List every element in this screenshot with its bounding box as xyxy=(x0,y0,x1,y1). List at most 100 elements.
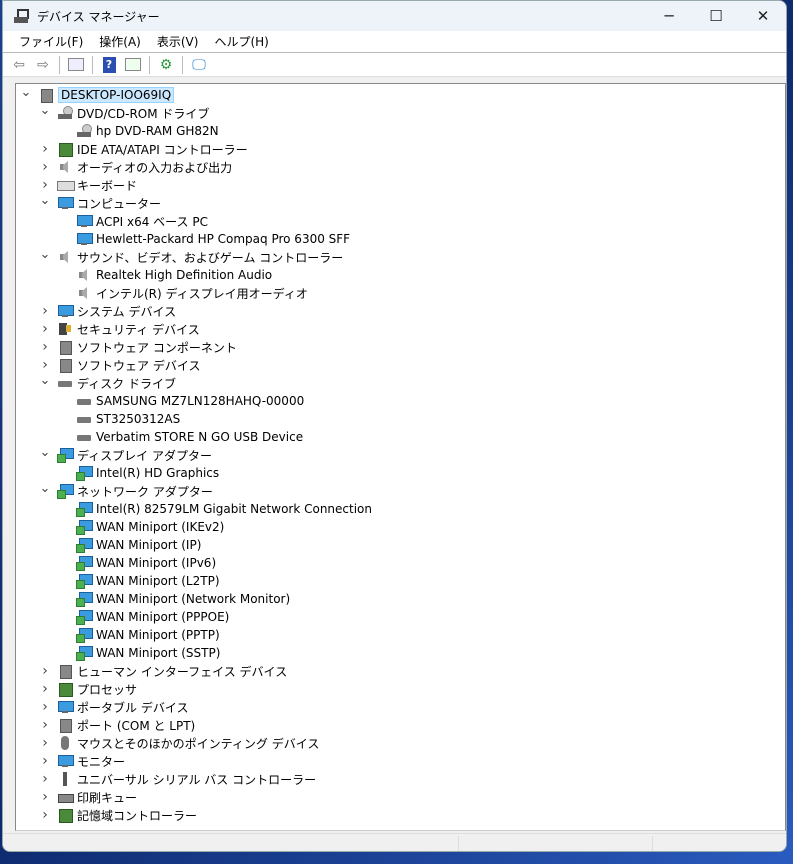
tree-item[interactable]: › モニター xyxy=(39,752,125,770)
tree-item[interactable]: ACPI x64 ベース PC xyxy=(58,212,208,230)
chevron-right-icon[interactable]: › xyxy=(39,357,51,373)
chevron-down-icon[interactable]: ⌄ xyxy=(39,247,51,262)
tree-item[interactable]: › ポータブル デバイス xyxy=(39,698,188,716)
tree-item[interactable]: ⌄ コンピューター xyxy=(39,193,161,212)
tree-item[interactable]: › ソフトウェア デバイス xyxy=(39,356,200,374)
tree-item[interactable]: › マウスとそのほかのポインティング デバイス xyxy=(39,734,319,752)
monitor-icon[interactable]: 🖵 xyxy=(189,56,209,74)
tree-item-label: ソフトウェア デバイス xyxy=(77,358,201,373)
tree-item[interactable]: ⌄ ディスプレイ アダプター xyxy=(39,445,212,464)
help-icon[interactable]: ? xyxy=(99,56,119,74)
monitor-device-icon xyxy=(57,195,74,211)
tree-item[interactable]: › 記憶域コントローラー xyxy=(39,806,197,824)
tree-item-label: hp DVD-RAM GH82N xyxy=(96,124,219,138)
tree-item-label: Hewlett-Packard HP Compaq Pro 6300 SFF xyxy=(96,232,351,246)
tree-item[interactable]: WAN Miniport (SSTP) xyxy=(58,644,220,662)
kbd-device-icon xyxy=(57,177,75,193)
tree-item[interactable]: › セキュリティ デバイス xyxy=(39,320,200,338)
gen-device-icon xyxy=(57,357,73,373)
sec-device-icon xyxy=(57,321,73,337)
tree-item-label: ポータブル デバイス xyxy=(77,700,189,715)
tree-item[interactable]: WAN Miniport (L2TP) xyxy=(58,572,220,590)
chip-device-icon xyxy=(57,807,73,823)
chevron-right-icon[interactable]: › xyxy=(39,177,51,193)
tree-item[interactable]: hp DVD-RAM GH82N xyxy=(58,122,219,140)
tree-item[interactable]: WAN Miniport (PPTP) xyxy=(58,626,220,644)
chevron-right-icon[interactable]: › xyxy=(39,303,51,319)
back-arrow-icon[interactable]: ⇦ xyxy=(9,56,29,74)
chevron-right-icon[interactable]: › xyxy=(39,321,51,337)
minimize-button[interactable]: ─ xyxy=(646,1,692,31)
tree-item[interactable]: WAN Miniport (PPPOE) xyxy=(58,608,229,626)
tree-item[interactable]: WAN Miniport (IP) xyxy=(58,536,201,554)
tree-item[interactable]: SAMSUNG MZ7LN128HAHQ-00000 xyxy=(58,392,304,410)
tree-item[interactable]: Realtek High Definition Audio xyxy=(58,266,272,284)
forward-arrow-icon[interactable]: ⇨ xyxy=(33,56,53,74)
tree-item[interactable]: インテル(R) ディスプレイ用オーディオ xyxy=(58,284,308,302)
tree-item[interactable]: WAN Miniport (IPv6) xyxy=(58,554,216,572)
tree-item[interactable]: › ヒューマン インターフェイス デバイス xyxy=(39,662,287,680)
chevron-down-icon[interactable]: ⌄ xyxy=(20,85,32,100)
scan-hardware-icon[interactable]: ⚙ xyxy=(156,56,176,74)
print-device-icon xyxy=(57,789,74,805)
monitor-device-icon xyxy=(57,699,74,715)
menu-file[interactable]: ファイル(F) xyxy=(11,33,91,50)
tree-item[interactable]: ⌄ サウンド、ビデオ、およびゲーム コントローラー xyxy=(39,247,344,266)
tree-item[interactable]: › ユニバーサル シリアル バス コントローラー xyxy=(39,770,316,788)
tree-item[interactable]: › ポート (COM と LPT) xyxy=(39,716,195,734)
menu-help[interactable]: ヘルプ(H) xyxy=(206,33,276,50)
menu-action[interactable]: 操作(A) xyxy=(91,33,149,50)
update-driver-icon[interactable] xyxy=(123,56,143,74)
tree-item[interactable]: Verbatim STORE N GO USB Device xyxy=(58,428,303,446)
chevron-down-icon[interactable]: ⌄ xyxy=(39,445,51,460)
chevron-right-icon[interactable]: › xyxy=(39,339,51,355)
tree-item-label: ACPI x64 ベース PC xyxy=(96,214,208,229)
tree-item[interactable]: WAN Miniport (Network Monitor) xyxy=(58,590,290,608)
toolbar: ⇦ ⇨ ? ⚙ 🖵 xyxy=(3,53,786,77)
menu-view[interactable]: 表示(V) xyxy=(149,33,207,50)
tree-item[interactable]: ⌄ DVD/CD-ROM ドライブ xyxy=(39,103,210,122)
chevron-right-icon[interactable]: › xyxy=(39,771,51,787)
tree-item-label: WAN Miniport (Network Monitor) xyxy=(96,592,291,606)
toolbar-separator xyxy=(59,55,60,74)
chevron-down-icon[interactable]: ⌄ xyxy=(39,103,51,118)
chevron-right-icon[interactable]: › xyxy=(39,789,51,805)
tree-item[interactable]: Intel(R) HD Graphics xyxy=(58,464,219,482)
tree-item-label: ソフトウェア コンポーネント xyxy=(77,340,237,355)
tree-item[interactable]: ⌄ DESKTOP-IOO69IQ xyxy=(20,85,175,104)
tree-item-label: ポート (COM と LPT) xyxy=(77,718,196,733)
chevron-right-icon[interactable]: › xyxy=(39,753,51,769)
tree-item[interactable]: › キーボード xyxy=(39,176,137,194)
chevron-right-icon[interactable]: › xyxy=(39,717,51,733)
tree-item[interactable]: Hewlett-Packard HP Compaq Pro 6300 SFF xyxy=(58,230,350,248)
tree-item-label: DESKTOP-IOO69IQ xyxy=(58,87,175,103)
tree-item-label: ヒューマン インターフェイス デバイス xyxy=(77,664,288,679)
device-tree[interactable]: ⌄ DESKTOP-IOO69IQ ⌄ DVD/CD-ROM ドライブ hp DVD-R… xyxy=(15,83,786,831)
tree-item[interactable]: › システム デバイス xyxy=(39,302,176,320)
chevron-down-icon[interactable]: ⌄ xyxy=(39,481,51,496)
chevron-right-icon[interactable]: › xyxy=(39,141,51,157)
chevron-right-icon[interactable]: › xyxy=(39,735,51,751)
tree-item[interactable]: › オーディオの入力および出力 xyxy=(39,158,232,176)
tree-item[interactable]: › ソフトウェア コンポーネント xyxy=(39,338,237,356)
tree-item[interactable]: WAN Miniport (IKEv2) xyxy=(58,518,224,536)
tree-item-label: プロセッサ xyxy=(77,682,138,697)
chevron-right-icon[interactable]: › xyxy=(39,681,51,697)
chevron-right-icon[interactable]: › xyxy=(39,807,51,823)
chevron-right-icon[interactable]: › xyxy=(39,159,51,175)
tree-item[interactable]: ST3250312AS xyxy=(58,410,180,428)
chevron-down-icon[interactable]: ⌄ xyxy=(39,373,51,388)
tree-item[interactable]: ⌄ ネットワーク アダプター xyxy=(39,481,213,500)
tree-item[interactable]: › プロセッサ xyxy=(39,680,137,698)
tree-item[interactable]: › 印刷キュー xyxy=(39,788,137,806)
maximize-button[interactable]: ☐ xyxy=(693,1,739,31)
tree-item[interactable]: Intel(R) 82579LM Gigabit Network Connect… xyxy=(58,500,372,518)
close-button[interactable]: ✕ xyxy=(740,1,786,31)
tree-item[interactable]: › IDE ATA/ATAPI コントローラー xyxy=(39,140,248,158)
tree-item-label: オーディオの入力および出力 xyxy=(77,160,233,175)
properties-icon[interactable] xyxy=(66,56,86,74)
tree-item[interactable]: ⌄ ディスク ドライブ xyxy=(39,373,176,392)
chevron-right-icon[interactable]: › xyxy=(39,663,51,679)
chevron-right-icon[interactable]: › xyxy=(39,699,51,715)
chevron-down-icon[interactable]: ⌄ xyxy=(39,193,51,208)
